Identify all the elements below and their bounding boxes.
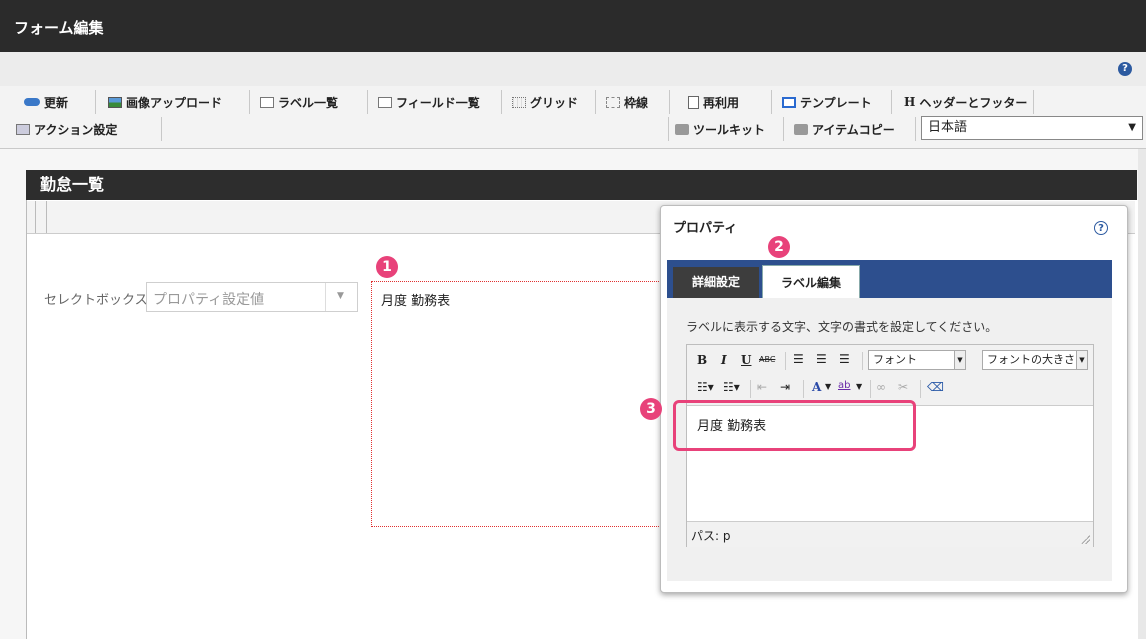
font-color-button[interactable]: A	[812, 380, 821, 394]
editor-content-highlight	[673, 400, 916, 451]
help-bar: ?	[0, 52, 1146, 87]
window-title: フォーム編集	[14, 19, 104, 37]
action-settings-button[interactable]: アクション設定	[10, 117, 162, 141]
chevron-down-icon[interactable]: ▼	[825, 382, 831, 391]
reuse-button[interactable]: 再利用	[682, 90, 772, 114]
toolbar-separator	[803, 380, 804, 398]
chevron-down-icon: ▼	[954, 351, 965, 369]
item-copy-icon	[794, 123, 808, 135]
outdent-icon[interactable]: ⇤	[757, 380, 767, 394]
toolkit-button[interactable]: ツールキット	[668, 117, 784, 141]
image-upload-icon	[108, 96, 122, 108]
item-copy-button[interactable]: アイテムコピー	[788, 117, 916, 141]
item-copy-label: アイテムコピー	[812, 122, 895, 137]
label-list-button[interactable]: ラベル一覧	[254, 90, 368, 114]
grid-icon	[512, 96, 526, 108]
ruler-column[interactable]	[35, 201, 47, 233]
instruction-text: ラベルに表示する文字、文字の書式を設定してください。	[686, 320, 998, 334]
font-family-select[interactable]: フォント ▼	[868, 350, 966, 370]
font-size-value: フォントの大きさ	[987, 353, 1075, 366]
chevron-down-icon: ▼	[337, 291, 344, 301]
highlight-color-button[interactable]: ab	[838, 380, 850, 391]
numbered-list-icon[interactable]: ☷▾	[723, 380, 740, 394]
resize-handle[interactable]	[1080, 534, 1090, 544]
select-divider	[325, 283, 326, 311]
badge-1: 1	[376, 256, 398, 278]
dialog-title: プロパティ	[673, 221, 738, 236]
align-center-icon[interactable]: ☰	[816, 352, 827, 366]
image-upload-button[interactable]: 画像アップロード	[102, 90, 250, 114]
tab-label-edit[interactable]: ラベル編集	[762, 265, 860, 299]
grid-label: グリッド	[530, 95, 579, 110]
toolkit-label: ツールキット	[693, 122, 766, 137]
italic-button[interactable]: I	[721, 353, 727, 367]
field-list-button[interactable]: フィールド一覧	[372, 90, 502, 114]
toolkit-icon	[675, 123, 689, 135]
indent-icon[interactable]: ⇥	[780, 380, 790, 394]
template-label: テンプレート	[800, 95, 872, 110]
field-list-label: フィールド一覧	[396, 95, 480, 110]
editor-path: パス: p	[691, 529, 731, 543]
font-size-select[interactable]: フォントの大きさ ▼	[982, 350, 1088, 370]
chevron-down-icon: ▼	[1128, 122, 1136, 133]
unlink-icon[interactable]: ✂	[898, 380, 908, 394]
badge-3: 3	[640, 398, 662, 420]
template-button[interactable]: テンプレート	[776, 90, 892, 114]
reuse-icon	[688, 95, 699, 109]
refresh-icon	[24, 98, 40, 106]
header-footer-icon: H	[904, 95, 916, 109]
action-settings-label: アクション設定	[34, 122, 118, 137]
toolbar-separator	[920, 380, 921, 398]
chevron-down-icon: ▼	[1076, 351, 1087, 369]
section-title: 勤怠一覧	[26, 170, 1137, 200]
refresh-button[interactable]: 更新	[18, 90, 96, 114]
toolbar-separator	[870, 380, 871, 398]
label-list-icon	[260, 96, 274, 108]
label-item-area[interactable]	[371, 281, 671, 527]
image-upload-label: 画像アップロード	[126, 95, 223, 110]
strikethrough-button[interactable]: ABC	[759, 355, 775, 364]
header-footer-label: ヘッダーとフッター	[919, 95, 1028, 110]
action-icon	[16, 123, 30, 135]
bold-button[interactable]: B	[697, 353, 707, 367]
underline-button[interactable]: U	[741, 353, 751, 367]
link-icon[interactable]: ∞	[876, 380, 886, 394]
language-select[interactable]: 日本語 ▼	[921, 116, 1143, 140]
toolbar-separator	[862, 352, 863, 370]
help-icon[interactable]: ?	[1118, 62, 1132, 76]
dialog-help-icon[interactable]: ?	[1094, 221, 1108, 235]
frame-button[interactable]: 枠線	[600, 90, 670, 114]
frame-label: 枠線	[624, 95, 649, 110]
header-footer-button[interactable]: H ヘッダーとフッター	[898, 90, 1034, 114]
field-list-icon	[378, 96, 392, 108]
reuse-label: 再利用	[703, 95, 740, 110]
vertical-scrollbar[interactable]	[1138, 149, 1146, 639]
select-box-label: セレクトボックス	[44, 293, 148, 308]
font-family-value: フォント	[873, 353, 917, 366]
editor-status-bar: パス: p	[687, 521, 1093, 547]
frame-icon	[606, 96, 620, 108]
title-bar: フォーム編集	[0, 0, 1146, 52]
select-box-value: プロパティ設定値	[153, 292, 265, 308]
eraser-icon[interactable]: ⌫	[927, 380, 944, 394]
toolbar-separator	[750, 380, 751, 398]
refresh-label: 更新	[44, 95, 69, 110]
grid-button[interactable]: グリッド	[506, 90, 596, 114]
badge-2: 2	[768, 236, 790, 258]
chevron-down-icon[interactable]: ▼	[856, 382, 862, 391]
template-icon	[782, 96, 796, 108]
label-item-text: 月度 勤務表	[381, 294, 451, 309]
align-right-icon[interactable]: ☰	[839, 352, 850, 366]
tab-detail-settings[interactable]: 詳細設定	[673, 267, 759, 298]
align-left-icon[interactable]: ☰	[793, 352, 804, 366]
select-box[interactable]: プロパティ設定値 ▼	[146, 282, 358, 312]
label-list-label: ラベル一覧	[278, 95, 339, 110]
toolbar-separator	[785, 352, 786, 370]
language-value: 日本語	[928, 120, 968, 135]
bullet-list-icon[interactable]: ☷▾	[697, 380, 714, 394]
